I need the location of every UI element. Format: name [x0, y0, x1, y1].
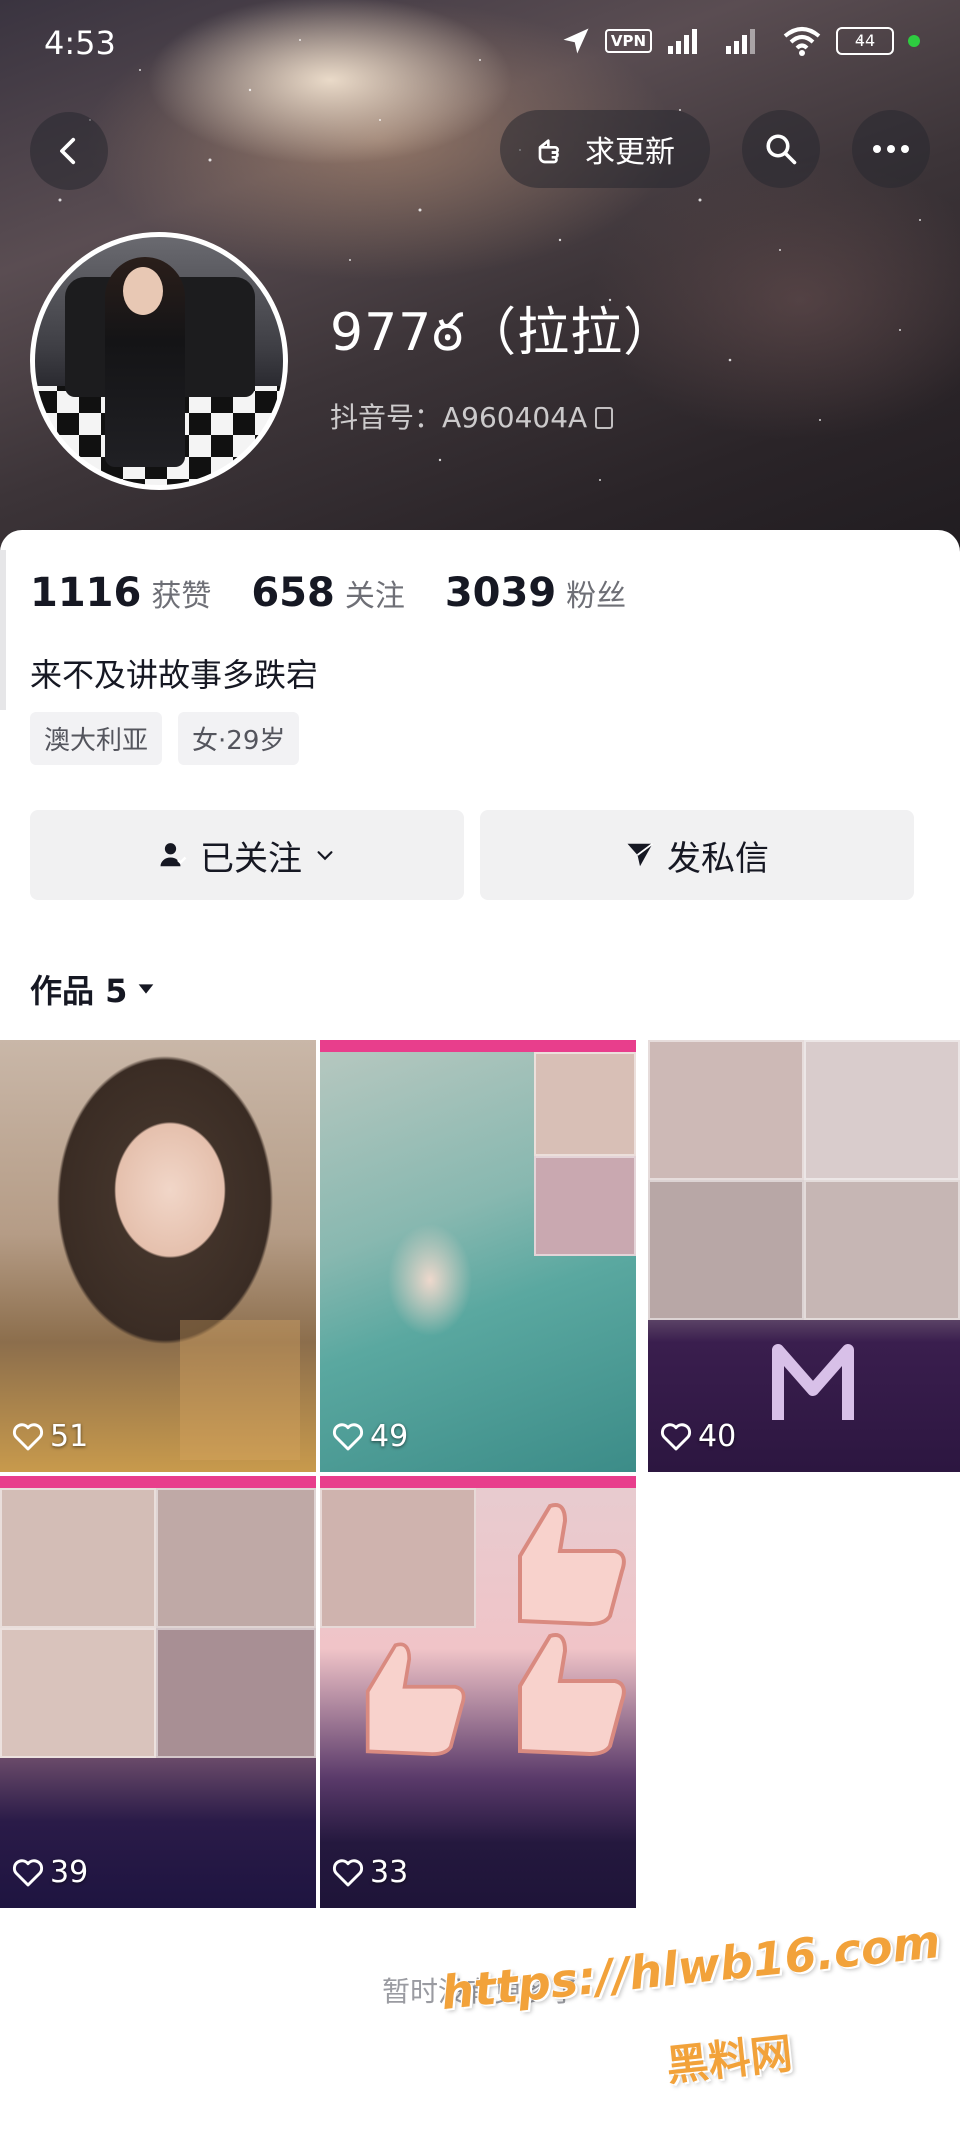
stat-likes-label: 获赞: [151, 579, 212, 614]
profile-bio: 来不及讲故事多跌宕: [30, 656, 319, 694]
heart-icon: [12, 1858, 44, 1886]
wifi-icon: [783, 27, 821, 56]
search-icon: [766, 134, 797, 165]
send-message-label: 发私信: [667, 838, 769, 879]
paper-plane-icon: [627, 843, 654, 867]
send-message-button[interactable]: 发私信: [480, 810, 914, 900]
tile-inset: [320, 1488, 476, 1628]
tag-gender-age: 女·29岁: [178, 712, 300, 765]
search-button[interactable]: [742, 110, 820, 188]
status-bar: 4:53 VPN 44: [0, 0, 960, 90]
thumbs-up-emoji-icon: [518, 1633, 626, 1756]
tile-inset: [648, 1040, 804, 1180]
copy-icon[interactable]: [595, 407, 614, 429]
tile-inset: [804, 1040, 960, 1180]
video-likes-count: 39: [50, 1855, 89, 1890]
stat-following[interactable]: 658 关注: [251, 570, 405, 616]
profile-tags: 澳大利亚 女·29岁: [30, 712, 300, 765]
followed-label: 已关注: [200, 838, 302, 879]
stat-followers[interactable]: 3039 粉丝: [445, 570, 626, 616]
profile-nickname: 977ఠ（拉拉）: [330, 303, 677, 363]
heart-icon: [660, 1422, 692, 1450]
hand-point-icon: [538, 139, 559, 164]
video-tile[interactable]: 39: [0, 1476, 316, 1908]
privacy-dot-icon: [908, 35, 920, 47]
chevron-down-icon: [317, 851, 333, 861]
douyin-id[interactable]: 抖音号：A960404A: [330, 396, 614, 436]
video-tile[interactable]: 49: [320, 1040, 636, 1472]
video-likes: 39: [12, 1855, 88, 1890]
video-likes: 51: [12, 1419, 88, 1454]
stat-followers-value: 3039: [444, 570, 557, 616]
thumbs-up-emoji-icon: [365, 1642, 466, 1756]
followed-button[interactable]: 已关注: [30, 810, 464, 900]
stat-followers-label: 粉丝: [566, 579, 627, 614]
video-likes-count: 33: [370, 1855, 409, 1890]
video-likes-count: 49: [370, 1419, 409, 1454]
tile-inset: [0, 1488, 156, 1628]
douyin-id-text: 抖音号：A960404A: [330, 401, 588, 434]
more-button[interactable]: [852, 110, 930, 188]
profile-stats: 1116 获赞 658 关注 3039 粉丝: [30, 570, 626, 616]
video-likes-count: 40: [698, 1419, 737, 1454]
location-arrow-icon: [563, 28, 589, 54]
video-likes-count: 51: [50, 1419, 89, 1454]
tile-inset: [648, 1180, 804, 1320]
heart-icon: [332, 1858, 364, 1886]
user-icon: [160, 843, 187, 867]
more-dots-icon: [873, 145, 909, 153]
stat-likes[interactable]: 1116 获赞: [30, 570, 211, 616]
thumbs-up-emoji-icon: [518, 1503, 626, 1626]
back-arrow-icon: [60, 137, 76, 165]
battery-icon: 44: [836, 27, 894, 55]
tile-inset: [0, 1628, 156, 1758]
stat-following-label: 关注: [344, 579, 405, 614]
tile-inset: [156, 1628, 316, 1758]
m-logo-icon: [772, 1344, 854, 1420]
stat-following-value: 658: [251, 570, 335, 616]
tile-pink-bar: [320, 1476, 636, 1488]
caret-down-icon: [139, 984, 154, 994]
heart-icon: [332, 1422, 364, 1450]
tile-pink-bar: [0, 1476, 316, 1488]
video-tile[interactable]: 40: [648, 1040, 960, 1472]
tile-inset: [804, 1180, 960, 1320]
avatar-face: [123, 267, 163, 315]
tile-overlay: [180, 1320, 300, 1460]
vpn-badge: VPN: [604, 29, 652, 53]
side-indicator: [0, 550, 6, 710]
signal-icon-2: [726, 29, 755, 54]
tag-location: 澳大利亚: [30, 712, 163, 765]
request-update-label: 求更新: [585, 135, 675, 170]
status-icons: VPN 44: [561, 26, 920, 56]
tile-inset: [156, 1488, 316, 1628]
video-tile[interactable]: 51: [0, 1040, 316, 1472]
heart-icon: [12, 1422, 44, 1450]
video-tile[interactable]: 33: [320, 1476, 636, 1908]
back-button[interactable]: [30, 112, 108, 190]
tile-inset: [534, 1052, 636, 1156]
profile-header: 4:53 VPN 44 求更新 977ఠ（拉拉） 抖音号：A960404A: [0, 0, 960, 560]
video-likes: 33: [332, 1855, 408, 1890]
request-update-button[interactable]: 求更新: [500, 110, 710, 188]
tile-inset: [534, 1156, 636, 1256]
avatar[interactable]: [30, 232, 288, 490]
signal-icon: [668, 29, 697, 54]
video-likes: 49: [332, 1419, 408, 1454]
video-likes: 40: [660, 1419, 736, 1454]
tile-pink-bar: [320, 1040, 636, 1052]
status-time: 4:53: [44, 24, 116, 62]
tab-works[interactable]: 作品 5: [30, 966, 157, 1012]
tab-works-label: 作品 5: [30, 972, 128, 1010]
stat-likes-value: 1116: [30, 570, 142, 616]
